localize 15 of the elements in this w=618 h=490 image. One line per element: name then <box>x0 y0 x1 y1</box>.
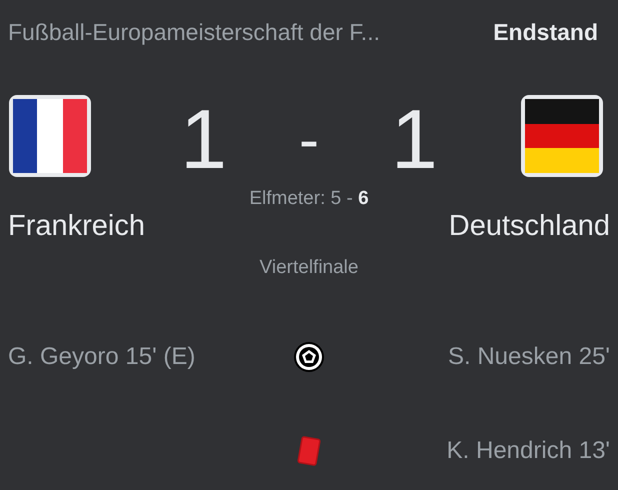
away-score: 1 <box>391 97 438 181</box>
score-separator: - <box>298 104 320 174</box>
penalty-score: Elfmeter: 5 - 6 <box>249 188 369 210</box>
soccer-ball-icon <box>293 341 325 373</box>
event-player: K. Hendrich 13' <box>446 437 610 465</box>
flag-icon <box>8 94 92 178</box>
event-player: S. Nuesken 25' <box>448 343 610 371</box>
team-name: Deutschland <box>448 210 610 243</box>
team-name: Frankreich <box>8 210 145 243</box>
flag-icon <box>520 94 604 178</box>
home-score: 1 <box>180 97 227 181</box>
event-player: G. Geyoro 15' (E) <box>8 343 196 371</box>
round-label: Viertelfinale <box>260 257 358 278</box>
match-status: Endstand <box>493 18 598 46</box>
competition-title: Fußball-Europameisterschaft der F... <box>8 18 380 46</box>
